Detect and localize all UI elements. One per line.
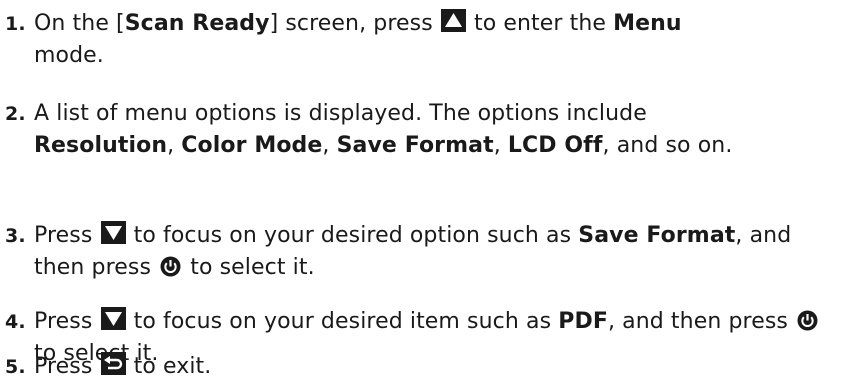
option-term: LCD Off <box>507 133 603 158</box>
up-arrow-key-icon <box>440 9 466 32</box>
step-2: 2. A list of menu options is displayed. … <box>5 98 847 162</box>
down-arrow-key-icon <box>100 307 126 330</box>
step-text: A list of menu options is displayed. The… <box>34 101 733 158</box>
screen-name: Scan Ready <box>124 11 270 36</box>
step-number: 1. <box>5 13 26 35</box>
back-key-icon <box>100 352 126 375</box>
step-5: 5. Press to exit. <box>5 351 847 383</box>
power-key-icon <box>160 255 181 277</box>
step-number: 5. <box>5 356 26 378</box>
step-1: 1. On the [Scan Ready] screen, press to … <box>5 8 847 72</box>
power-key-icon <box>797 309 818 331</box>
step-3: 3. Press to focus on your desired option… <box>5 220 847 284</box>
item-term: PDF <box>558 309 608 334</box>
option-term: Color Mode <box>181 133 323 158</box>
option-term: Resolution <box>34 133 168 158</box>
step-text: Press to focus on your desired option su… <box>34 221 792 280</box>
step-number: 2. <box>5 103 26 125</box>
step-text: On the [Scan Ready] screen, press to ent… <box>34 9 682 68</box>
option-term: Save Format <box>578 223 736 248</box>
step-number: 3. <box>5 225 26 247</box>
instruction-steps: 1. On the [Scan Ready] screen, press to … <box>0 0 851 389</box>
step-text: Press to exit. <box>34 352 212 379</box>
menu-term: Menu <box>613 11 682 36</box>
step-number: 4. <box>5 311 26 333</box>
option-term: Save Format <box>336 133 494 158</box>
down-arrow-key-icon <box>100 221 126 244</box>
